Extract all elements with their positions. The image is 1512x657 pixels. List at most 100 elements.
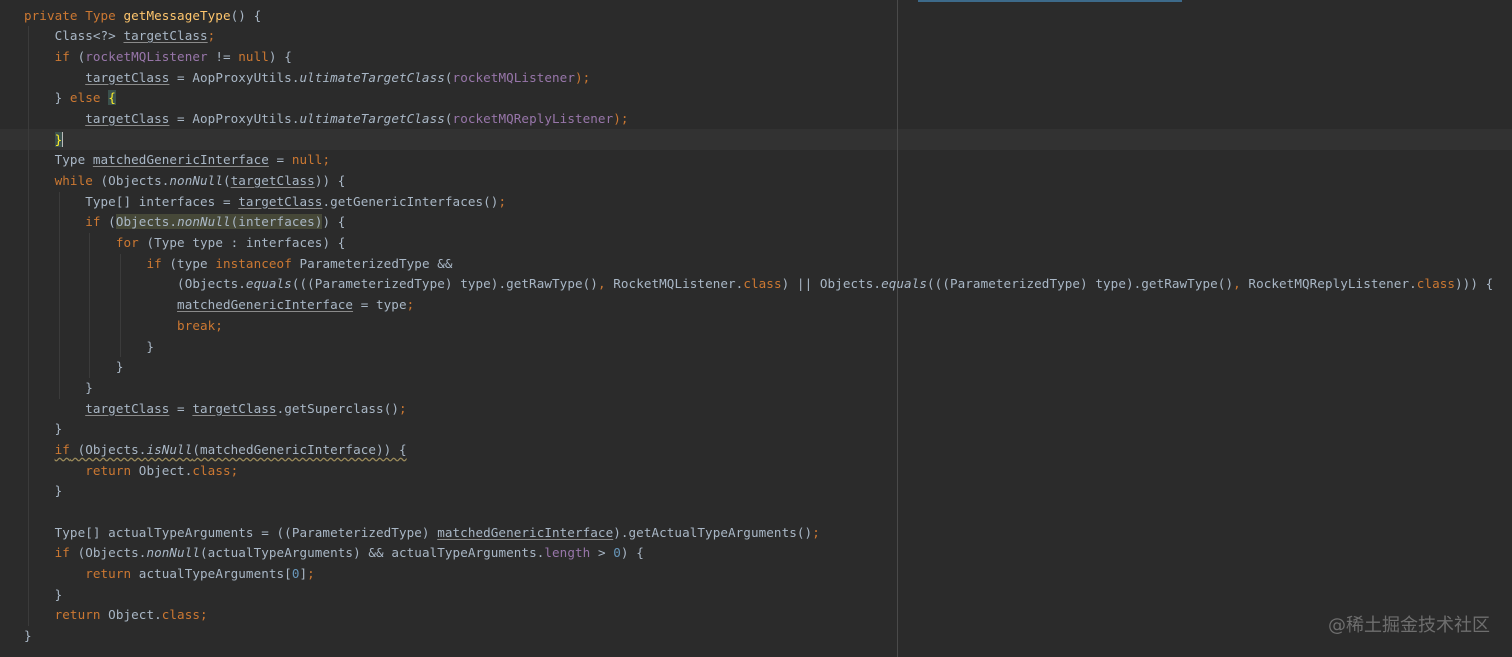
code-token: () {: [230, 7, 262, 23]
code-token: actualTypeArguments[: [131, 566, 292, 582]
code-token: Objects.: [115, 214, 178, 230]
code-token: matchedGenericInterface: [177, 297, 354, 313]
code-token: nonNull: [146, 545, 201, 561]
code-token: (: [69, 48, 86, 64]
code-token: ;: [307, 566, 315, 582]
code-line[interactable]: }: [24, 378, 1493, 399]
code-token: if: [146, 255, 162, 271]
code-token: class: [192, 462, 231, 478]
code-token: equals: [245, 276, 292, 292]
code-token: break;: [177, 317, 223, 333]
code-editor[interactable]: private Type getMessageType() { Class<?>…: [0, 0, 1512, 657]
code-token: = type: [353, 297, 407, 313]
code-token: ;: [322, 152, 331, 168]
code-token: = AopProxyUtils.: [169, 110, 300, 126]
code-line[interactable]: Type[] interfaces = targetClass.getGener…: [24, 192, 1493, 213]
code-line[interactable]: Type matchedGenericInterface = null;: [24, 150, 1493, 171]
code-token: (Type type : interfaces) {: [138, 235, 346, 251]
code-token: = AopProxyUtils.: [169, 69, 300, 85]
code-line[interactable]: for (Type type : interfaces) {: [24, 233, 1493, 254]
code-line[interactable]: targetClass = AopProxyUtils.ultimateTarg…: [24, 109, 1493, 130]
code-token: RocketMQListener.: [605, 276, 744, 292]
code-token: }: [24, 628, 32, 644]
code-token: =: [268, 152, 292, 168]
code-line[interactable]: return Object.class;: [24, 461, 1493, 482]
scroll-marker: [918, 0, 1182, 2]
code-line[interactable]: targetClass = targetClass.getSuperclass(…: [24, 399, 1493, 420]
code-token: Class<?>: [24, 28, 124, 44]
code-line[interactable]: }: [24, 337, 1493, 358]
code-token: getMessageType: [123, 7, 231, 23]
code-token: (((ParameterizedType) type).getRawType(): [291, 276, 598, 292]
code-token: else: [69, 90, 101, 106]
code-line[interactable]: return Object.class;: [24, 605, 1493, 626]
code-token: targetClass: [192, 400, 277, 416]
code-token: ;: [399, 400, 407, 416]
code-line[interactable]: private Type getMessageType() {: [24, 6, 1493, 27]
code-token: rocketMQListener: [85, 48, 208, 64]
code-token: private Type: [24, 7, 124, 23]
code-token: ;: [207, 28, 216, 44]
code-line[interactable]: if (Objects.nonNull(actualTypeArguments)…: [24, 543, 1493, 564]
code-token: ;: [406, 297, 415, 313]
code-line[interactable]: (Objects.equals(((ParameterizedType) typ…: [24, 274, 1493, 295]
code-token: nonNull: [177, 214, 231, 230]
code-line[interactable]: while (Objects.nonNull(targetClass)) {: [24, 171, 1493, 192]
code-line[interactable]: if (Objects.isNull(matchedGenericInterfa…: [24, 440, 1493, 461]
code-line[interactable]: }: [24, 130, 1493, 151]
code-line[interactable]: } else {: [24, 88, 1493, 109]
code-token: class: [161, 607, 201, 623]
code-line[interactable]: Class<?> targetClass;: [24, 26, 1493, 47]
code-line[interactable]: matchedGenericInterface = type;: [24, 295, 1493, 316]
code-line[interactable]: [24, 502, 1493, 523]
code-token: instanceof: [215, 255, 292, 271]
code-line[interactable]: }: [24, 585, 1493, 606]
code-token: rocketMQReplyListener: [452, 110, 614, 126]
code-line[interactable]: return actualTypeArguments[0];: [24, 564, 1493, 585]
code-token: ) {: [620, 545, 644, 561]
code-token: RocketMQReplyListener.: [1240, 276, 1417, 292]
code-line[interactable]: targetClass = AopProxyUtils.ultimateTarg…: [24, 68, 1493, 89]
code-token: if: [54, 545, 70, 561]
code-line[interactable]: }: [24, 357, 1493, 378]
code-token: }: [24, 586, 63, 602]
code-line[interactable]: Type[] actualTypeArguments = ((Parameter…: [24, 523, 1493, 544]
code-token: Type: [24, 152, 93, 168]
code-token: (: [444, 69, 453, 85]
code-token: ultimateTargetClass: [299, 110, 445, 126]
code-line[interactable]: }: [24, 626, 1493, 647]
code-token: }: [24, 483, 63, 499]
code-token: ;: [230, 462, 239, 478]
code-token: 0: [613, 545, 621, 561]
code-token: }: [24, 90, 70, 106]
code-line[interactable]: }: [24, 419, 1493, 440]
code-token: !=: [207, 48, 239, 64]
code-content[interactable]: private Type getMessageType() { Class<?>…: [24, 6, 1493, 647]
code-token: ,: [597, 276, 606, 292]
code-line[interactable]: if (type instanceof ParameterizedType &&: [24, 254, 1493, 275]
code-token: (Objects.: [24, 276, 246, 292]
code-token: ) {: [322, 214, 346, 230]
code-token: Type[] interfaces =: [24, 193, 239, 209]
code-token: if: [54, 48, 70, 64]
code-line[interactable]: break;: [24, 316, 1493, 337]
code-token: matchedGenericInterface: [92, 152, 269, 168]
code-line[interactable]: }: [24, 481, 1493, 502]
code-token: class: [1416, 276, 1456, 292]
code-line[interactable]: if (Objects.nonNull(interfaces)) {: [24, 212, 1493, 233]
code-token: targetClass: [85, 110, 170, 126]
code-token: matchedGenericInterface: [437, 524, 614, 540]
code-token: for: [115, 235, 139, 251]
code-token: ) {: [268, 48, 292, 64]
code-line[interactable]: if (rocketMQListener != null) {: [24, 47, 1493, 68]
